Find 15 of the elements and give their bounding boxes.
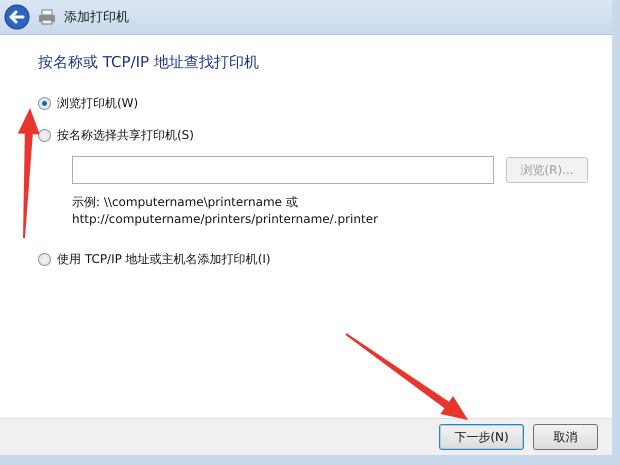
page-heading: 按名称或 TCP/IP 地址查找打印机 [38,53,260,72]
printer-icon [38,9,56,25]
option-label[interactable]: 使用 TCP/IP 地址或主机名添加打印机(I) [57,250,271,268]
back-icon[interactable] [4,4,30,30]
radio-button[interactable] [38,96,51,110]
radio-button[interactable] [38,252,51,266]
option-label[interactable]: 按名称选择共享打印机(S) [57,126,194,144]
example-text: 示例: \\computername\printername 或 [72,194,299,211]
option-label[interactable]: 浏览打印机(W) [57,94,138,112]
example-text: http://computername/printers/printername/.printer [72,211,380,228]
printer-path-field[interactable] [72,156,494,184]
radio-button[interactable] [38,128,51,142]
next-button[interactable]: 下一步(N) [439,424,524,450]
window-title: 添加打印机 [64,9,129,26]
cancel-button[interactable]: 取消 [533,424,598,450]
